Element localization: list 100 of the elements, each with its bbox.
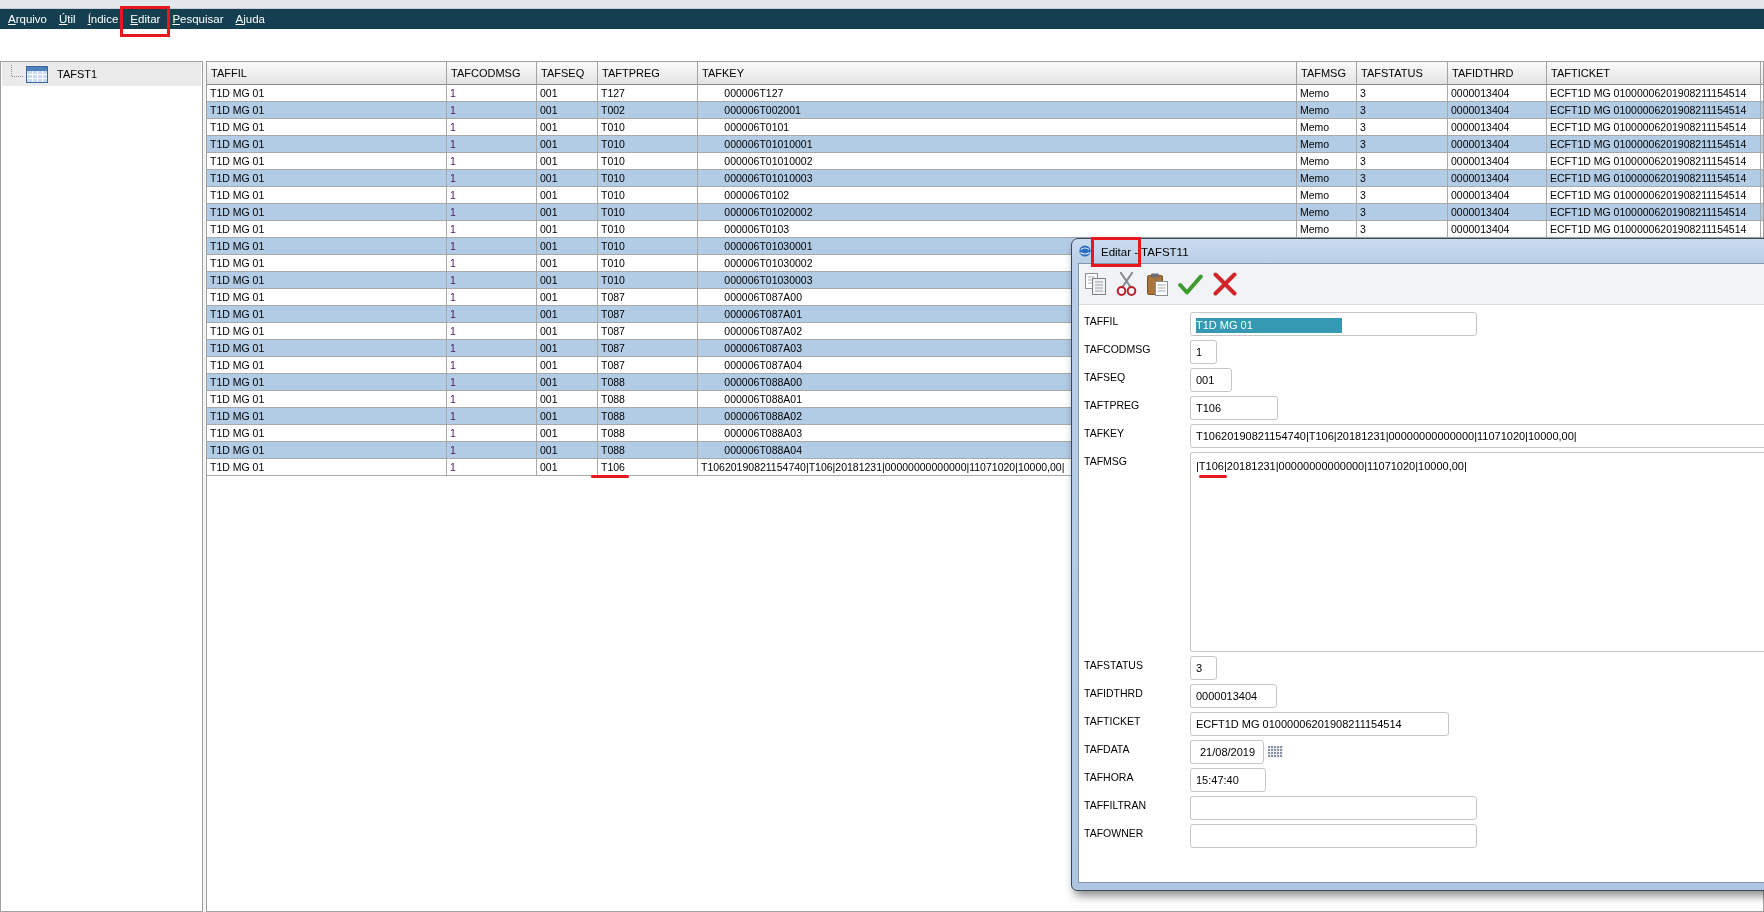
table-cell: 3: [1357, 204, 1448, 221]
table-cell: 001: [537, 272, 598, 289]
table-cell: 0000013404: [1448, 153, 1547, 170]
column-header[interactable]: TAFTICKET: [1547, 62, 1761, 85]
table-cell: T1D MG 01: [207, 187, 447, 204]
table-cell: 001: [537, 85, 598, 102]
table-cell: 1: [447, 102, 537, 119]
menu-item[interactable]: Editar: [124, 9, 167, 29]
date-field[interactable]: 21/08/2019: [1190, 740, 1264, 764]
table-cell: 1: [447, 289, 537, 306]
text-field[interactable]: 15:47:40: [1190, 768, 1266, 792]
table-cell: T1D MG 01: [207, 323, 447, 340]
table-cell: Memo: [1297, 153, 1357, 170]
text-field[interactable]: [1190, 796, 1477, 820]
menu-item[interactable]: Ajuda: [229, 9, 271, 29]
text-field[interactable]: [1190, 824, 1477, 848]
table-cell: 001: [537, 459, 598, 476]
table-cell: Memo: [1297, 136, 1357, 153]
field-label: TAFIDTHRD: [1084, 686, 1144, 701]
table-cell: 0000013404: [1448, 85, 1547, 102]
column-header[interactable]: TAFIDTHRD: [1448, 62, 1547, 85]
copy-icon[interactable]: [1085, 273, 1106, 295]
column-header[interactable]: TAFTPREG: [598, 62, 698, 85]
clipboard-icon[interactable]: [1147, 272, 1168, 296]
table-cell: 1: [447, 204, 537, 221]
field-label: TAFOWNER: [1084, 826, 1145, 841]
menu-item[interactable]: Pesquisar: [166, 9, 230, 29]
memo-field[interactable]: |T106|20181231|00000000000000|11071020|10000,00|: [1190, 452, 1764, 652]
table-cell: 1: [447, 221, 537, 238]
table-cell: 3: [1357, 136, 1448, 153]
table-cell: T1D MG 01: [207, 374, 447, 391]
table-cell: 3: [1357, 221, 1448, 238]
check-icon[interactable]: [1178, 273, 1203, 295]
table-cell: T1D MG 01: [207, 85, 447, 102]
table-cell: T087: [598, 357, 698, 374]
table-cell: T106: [598, 459, 698, 476]
menu-item[interactable]: Arquivo: [2, 9, 53, 29]
table-cell: 1: [447, 425, 537, 442]
table-cell: T1D MG 01: [207, 153, 447, 170]
column-header[interactable]: TAFKEY: [698, 62, 1297, 85]
column-header[interactable]: TAFSTATUS: [1357, 62, 1448, 85]
table-cell: 000006T127: [698, 85, 1297, 102]
table-cell: Memo: [1297, 85, 1357, 102]
table-cell: 1: [447, 187, 537, 204]
table-cell: 001: [537, 374, 598, 391]
table-cell: T1D MG 01: [207, 119, 447, 136]
table-cell: 3: [1357, 85, 1448, 102]
table-cell: 1: [447, 340, 537, 357]
table-cell: T010: [598, 170, 698, 187]
column-header[interactable]: TAFSEQ: [537, 62, 598, 85]
table-cell: 1: [447, 306, 537, 323]
table-cell: T1D MG 01: [207, 170, 447, 187]
table-cell: T1D MG 01: [207, 357, 447, 374]
table-cell: T010: [598, 119, 698, 136]
menu-item[interactable]: Índice: [81, 9, 125, 29]
column-header[interactable]: TAFFIL: [207, 62, 447, 85]
tree-item[interactable]: TAFST1: [2, 62, 201, 86]
table-cell: 001: [537, 357, 598, 374]
table-cell: 3: [1357, 119, 1448, 136]
table-cell: 001: [537, 204, 598, 221]
table-cell: 001: [537, 340, 598, 357]
table-cell: 001: [537, 136, 598, 153]
table-cell: Memo: [1297, 204, 1357, 221]
text-field[interactable]: 001: [1190, 368, 1232, 392]
table-cell: ECFT1D MG 01000006201908211154514: [1547, 136, 1761, 153]
text-field[interactable]: ECFT1D MG 01000006201908211154514: [1190, 712, 1449, 736]
table-cell: 1: [447, 153, 537, 170]
field-label: TAFSTATUS: [1084, 658, 1144, 673]
table-cell: 001: [537, 255, 598, 272]
table-cell: 001: [537, 425, 598, 442]
table-cell: T1D MG 01: [207, 221, 447, 238]
cross-icon[interactable]: [1213, 272, 1237, 296]
text-field[interactable]: 1: [1190, 340, 1217, 364]
table-cell: 1: [447, 238, 537, 255]
menu-item[interactable]: Útil: [53, 9, 82, 29]
dot-grid-icon[interactable]: [1268, 746, 1283, 758]
scissors-icon[interactable]: [1116, 272, 1137, 296]
table-cell: T088: [598, 408, 698, 425]
field-label: TAFDATA: [1084, 742, 1131, 757]
table-cell: 001: [537, 119, 598, 136]
field-label: TAFFILTRAN: [1084, 798, 1148, 813]
table-icon: [26, 65, 48, 83]
table-cell: 1: [447, 119, 537, 136]
text-field[interactable]: T106: [1190, 396, 1278, 420]
text-field[interactable]: 0000013404: [1190, 684, 1277, 708]
table-cell: 3: [1357, 170, 1448, 187]
table-cell: T010: [598, 153, 698, 170]
table-cell: T1D MG 01: [207, 425, 447, 442]
table-cell: T010: [598, 136, 698, 153]
column-header[interactable]: TAFMSG: [1297, 62, 1357, 85]
table-cell: T1D MG 01: [207, 102, 447, 119]
table-cell: T010: [598, 204, 698, 221]
table-cell: T1D MG 01: [207, 136, 447, 153]
table-cell: ECFT1D MG 01000006201908211154514: [1547, 119, 1761, 136]
table-cell: 0000013404: [1448, 119, 1547, 136]
text-field[interactable]: T10620190821154740|T106|20181231|00000000000000|11071020|10000,00|: [1190, 424, 1764, 448]
column-header[interactable]: TAFCODMSG: [447, 62, 537, 85]
text-field[interactable]: 3: [1190, 656, 1217, 680]
table-cell: 3: [1357, 102, 1448, 119]
table-cell: 0000013404: [1448, 221, 1547, 238]
